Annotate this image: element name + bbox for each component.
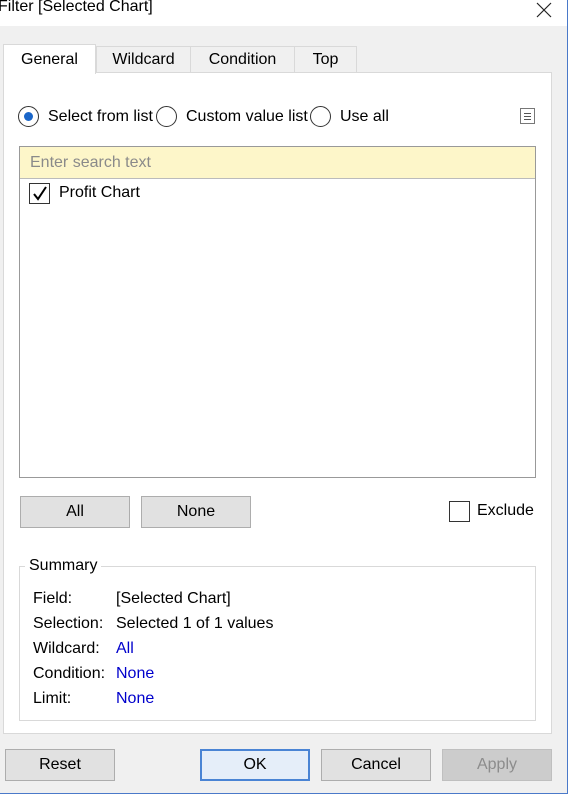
none-button[interactable]: None: [141, 496, 251, 528]
list-item-label: Profit Chart: [59, 184, 140, 201]
window-title: Filter [Selected Chart]: [0, 0, 153, 15]
profit-chart-checkbox[interactable]: [29, 183, 50, 204]
title-bar[interactable]: Filter [Selected Chart]: [0, 0, 567, 26]
exclude-toggle[interactable]: Exclude: [449, 501, 549, 523]
summary-value: Selected 1 of 1 values: [116, 615, 274, 632]
select-from-list-label[interactable]: Select from list: [48, 108, 153, 126]
summary-key: Condition:: [33, 665, 106, 682]
search-input[interactable]: [20, 147, 535, 179]
cancel-button[interactable]: Cancel: [321, 749, 431, 781]
tab-top[interactable]: Top: [294, 46, 357, 73]
values-listbox[interactable]: Profit Chart: [19, 146, 536, 478]
selection-mode-group: Select from list Custom value list Use a…: [0, 104, 568, 130]
tab-general[interactable]: General: [3, 44, 96, 74]
summary-key: Field:: [33, 590, 73, 607]
summary-title: Summary: [25, 557, 102, 575]
summary-key: Selection:: [33, 615, 104, 632]
summary-row-limit: Limit: None: [33, 690, 533, 712]
ok-button-label: OK: [243, 756, 267, 773]
summary-row-field: Field: [Selected Chart]: [33, 590, 533, 612]
none-button-label: None: [176, 503, 216, 520]
checkmark-icon: [33, 186, 47, 201]
summary-key: Wildcard:: [33, 640, 100, 657]
select-from-list-radio[interactable]: [18, 106, 39, 127]
list-options-menu-icon[interactable]: [520, 108, 535, 124]
close-button[interactable]: [529, 0, 559, 20]
all-button-label: All: [66, 503, 84, 520]
cancel-button-label: Cancel: [351, 756, 401, 773]
tab-top-label: Top: [312, 51, 339, 68]
close-icon: [536, 2, 552, 18]
reset-button[interactable]: Reset: [5, 749, 115, 781]
ok-button[interactable]: OK: [200, 749, 310, 781]
all-button[interactable]: All: [20, 496, 130, 528]
apply-button-label: Apply: [476, 756, 518, 773]
tab-general-label: General: [21, 50, 78, 68]
custom-value-list-label[interactable]: Custom value list: [186, 108, 308, 126]
exclude-label: Exclude: [477, 502, 534, 519]
condition-link[interactable]: None: [116, 665, 154, 683]
custom-value-list-radio[interactable]: [156, 106, 177, 127]
summary-value: [Selected Chart]: [116, 590, 231, 607]
reset-button-label: Reset: [39, 756, 81, 773]
summary-row-selection: Selection: Selected 1 of 1 values: [33, 615, 533, 637]
exclude-checkbox[interactable]: [449, 501, 470, 522]
tab-wildcard-label: Wildcard: [112, 51, 175, 68]
tab-condition[interactable]: Condition: [190, 46, 295, 73]
wildcard-link[interactable]: All: [116, 640, 134, 658]
list-item[interactable]: Profit Chart: [29, 183, 329, 205]
tab-wildcard[interactable]: Wildcard: [96, 46, 191, 73]
apply-button[interactable]: Apply: [442, 749, 552, 781]
summary-row-condition: Condition: None: [33, 665, 533, 687]
summary-row-wildcard: Wildcard: All: [33, 640, 533, 662]
limit-link[interactable]: None: [116, 690, 154, 708]
use-all-radio[interactable]: [310, 106, 331, 127]
tab-condition-label: Condition: [208, 51, 277, 68]
summary-key: Limit:: [33, 690, 72, 707]
filter-dialog: Filter [Selected Chart] General Wildcard…: [0, 0, 568, 794]
use-all-label[interactable]: Use all: [340, 108, 389, 126]
